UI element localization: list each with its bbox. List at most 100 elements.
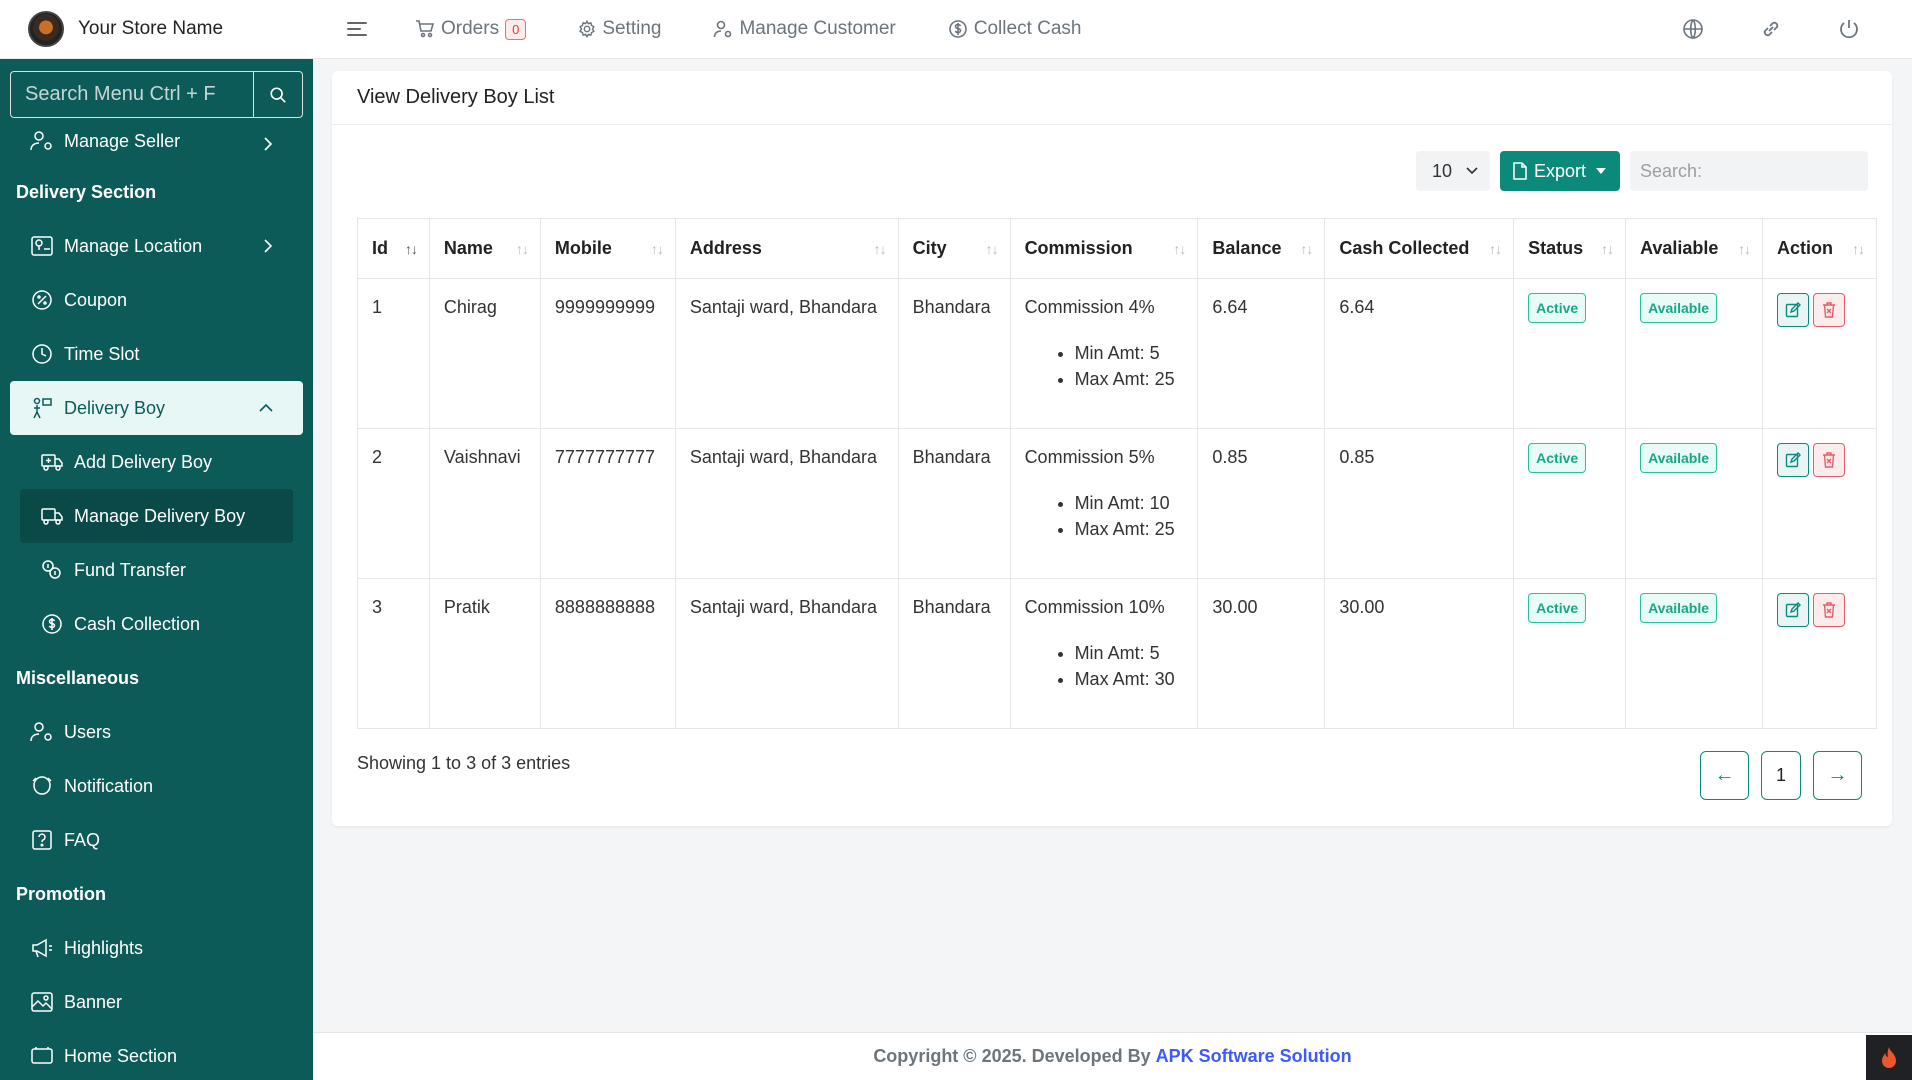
caret-down-icon xyxy=(1596,168,1606,174)
cell-status: Active xyxy=(1513,278,1627,429)
nav-collect-cash[interactable]: Collect Cash xyxy=(948,18,1081,40)
delete-button[interactable] xyxy=(1812,593,1845,627)
sort-icon: ↑↓ xyxy=(1173,241,1186,257)
page-size-select[interactable]: 10 xyxy=(1415,151,1490,191)
col-header-cash-collected[interactable]: Cash Collected ↑↓ xyxy=(1324,218,1515,279)
col-header-label: Address xyxy=(689,238,762,258)
table-row: 2 Vaishnavi 7777777777 Santaji ward, Bha… xyxy=(357,428,1878,579)
pagination: ← 1 → xyxy=(1700,751,1862,800)
sidebar-search-button[interactable] xyxy=(254,72,302,117)
link-icon[interactable] xyxy=(1760,18,1782,40)
delete-button[interactable] xyxy=(1812,293,1845,327)
sidebar-label: Coupon xyxy=(64,289,128,310)
copyright-text: Copyright © 2025. Developed By xyxy=(873,1046,1151,1066)
sidebar-item-notification[interactable]: Notification xyxy=(0,759,313,813)
sidebar-label: Add Delivery Boy xyxy=(74,451,213,472)
sidebar-label: Time Slot xyxy=(64,343,140,364)
cell-city: Bhandara xyxy=(897,578,1011,729)
coins-icon xyxy=(42,560,61,579)
col-header-label: Status xyxy=(1528,238,1584,258)
sidebar-item-time-slot[interactable]: Time Slot xyxy=(0,327,313,381)
table-row: 1 Chirag 9999999999 Santaji ward, Bhanda… xyxy=(357,278,1878,429)
image-icon xyxy=(31,992,53,1012)
nav-manage-customer[interactable]: Manage Customer xyxy=(713,18,896,40)
sidebar-item-home-section[interactable]: Home Section xyxy=(0,1029,313,1080)
sidebar-label: Users xyxy=(64,721,112,742)
debug-toolbar-toggle[interactable] xyxy=(1866,1035,1912,1080)
sort-icon: ↑↓ xyxy=(404,241,418,257)
nav-orders[interactable]: Orders 0 xyxy=(415,18,527,40)
table-search-input[interactable]: Search: xyxy=(1630,151,1868,191)
prev-page-button[interactable]: ← xyxy=(1700,751,1749,800)
chevron-right-icon xyxy=(264,137,273,151)
col-header-balance[interactable]: Balance ↑↓ xyxy=(1197,218,1326,279)
sidebar-item-coupon[interactable]: Coupon xyxy=(0,273,313,327)
nav-setting[interactable]: Setting xyxy=(578,18,661,40)
commission-rate: Commission 5% xyxy=(1024,447,1155,467)
cell-balance: 30.00 xyxy=(1197,578,1326,729)
col-header-address[interactable]: Address ↑↓ xyxy=(674,218,899,279)
delete-button[interactable] xyxy=(1812,443,1845,477)
cell-commission: Commission 4% Min Amt: 5Max Amt: 25 xyxy=(1009,278,1199,429)
sidebar-label: Banner xyxy=(64,991,123,1012)
max-amount: Max Amt: 25 xyxy=(1075,366,1184,392)
cell-cash-collected: 6.64 xyxy=(1324,278,1515,429)
col-header-available[interactable]: Avaliable ↑↓ xyxy=(1625,218,1763,279)
sort-icon: ↑↓ xyxy=(515,241,529,257)
sidebar-item-delivery-boy[interactable]: Delivery Boy xyxy=(10,381,303,435)
col-header-name[interactable]: Name ↑↓ xyxy=(428,218,541,279)
cell-available: Available xyxy=(1625,578,1763,729)
sidebar-item-add-delivery-boy[interactable]: Add Delivery Boy xyxy=(0,435,313,489)
col-header-id[interactable]: Id ↑↓ xyxy=(357,218,430,279)
sort-icon: ↑↓ xyxy=(1300,241,1313,257)
sidebar-item-banner[interactable]: Banner xyxy=(0,975,313,1029)
edit-button[interactable] xyxy=(1776,593,1809,627)
globe-icon[interactable] xyxy=(1682,18,1704,40)
col-header-status[interactable]: Status ↑↓ xyxy=(1513,218,1627,279)
cell-address: Santaji ward, Bhandara xyxy=(674,578,899,729)
export-button[interactable]: Export xyxy=(1499,151,1620,191)
sidebar-item-users[interactable]: Users xyxy=(0,705,313,759)
page-1-button[interactable]: 1 xyxy=(1761,751,1801,800)
section-promotion: Promotion xyxy=(16,883,106,904)
cell-name: Chirag xyxy=(428,278,541,429)
cell-action xyxy=(1761,428,1878,579)
col-header-commission[interactable]: Commission ↑↓ xyxy=(1009,218,1199,279)
cell-name: Pratik xyxy=(428,578,541,729)
sidebar-item-faq[interactable]: FAQ xyxy=(0,813,313,867)
cell-status: Active xyxy=(1513,578,1627,729)
sidebar-item-fund-transfer[interactable]: Fund Transfer xyxy=(0,543,313,597)
truck-plus-icon xyxy=(41,454,63,471)
sidebar-label: Fund Transfer xyxy=(74,559,187,580)
store-name: Your Store Name xyxy=(78,18,224,39)
sidebar-item-manage-location[interactable]: Manage Location xyxy=(0,219,313,273)
sidebar-search-input[interactable]: Search Menu Ctrl + F xyxy=(11,72,254,117)
available-badge: Available xyxy=(1640,593,1718,623)
company-link[interactable]: APK Software Solution xyxy=(1156,1046,1352,1067)
status-badge: Active xyxy=(1528,293,1587,323)
menu-toggle-icon[interactable] xyxy=(347,22,367,36)
cart-icon xyxy=(416,20,435,38)
cell-name: Vaishnavi xyxy=(428,428,541,579)
col-header-mobile[interactable]: Mobile ↑↓ xyxy=(539,218,676,279)
edit-button[interactable] xyxy=(1776,443,1809,477)
brand[interactable]: Your Store Name xyxy=(0,0,313,58)
available-badge: Available xyxy=(1640,293,1718,323)
sidebar-item-highlights[interactable]: Highlights xyxy=(0,921,313,975)
sidebar-item-manage-delivery-boy[interactable]: Manage Delivery Boy xyxy=(20,489,293,543)
next-page-button[interactable]: → xyxy=(1813,751,1862,800)
sidebar-item-cash-collection[interactable]: Cash Collection xyxy=(0,597,313,651)
edit-icon xyxy=(1785,302,1801,318)
available-badge: Available xyxy=(1640,443,1718,473)
user-icon xyxy=(30,131,52,151)
col-header-action[interactable]: Action ↑↓ xyxy=(1761,218,1878,279)
col-header-city[interactable]: City ↑↓ xyxy=(897,218,1011,279)
col-header-label: City xyxy=(912,238,947,258)
table-header-row: Id ↑↓ Name ↑↓ Mobile ↑↓ Address ↑↓ City ↑↓ Co… xyxy=(357,218,1878,279)
status-badge: Active xyxy=(1528,593,1587,623)
sidebar-search[interactable]: Search Menu Ctrl + F xyxy=(10,71,303,118)
edit-button[interactable] xyxy=(1776,293,1809,327)
power-icon[interactable] xyxy=(1838,18,1860,40)
trash-icon xyxy=(1822,602,1835,618)
sidebar-item-manage-seller[interactable]: Manage Seller xyxy=(0,117,313,165)
